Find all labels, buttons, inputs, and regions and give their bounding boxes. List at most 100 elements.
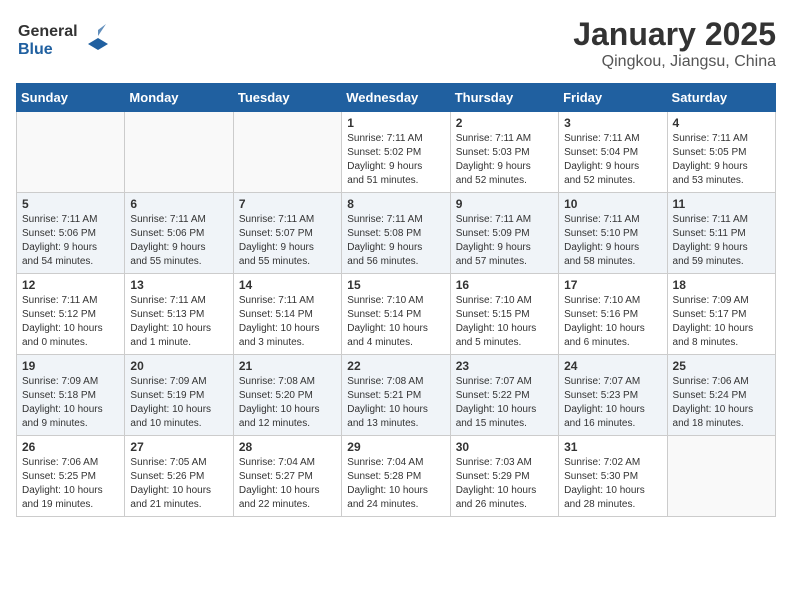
day-info: Sunrise: 7:09 AM Sunset: 5:17 PM Dayligh… xyxy=(673,294,770,350)
day-cell: 18Sunrise: 7:09 AM Sunset: 5:17 PM Dayli… xyxy=(667,274,775,355)
day-cell: 12 Sunrise: 7:11 AM Sunset: 5:12 PM Dayli… xyxy=(17,274,125,355)
day-info: Sunrise: 7:09 AM Sunset: 5:19 PM Dayligh… xyxy=(130,375,227,431)
day-info: Sunrise: 7:06 AM Sunset: 5:24 PM Dayligh… xyxy=(673,375,770,431)
day-number: 14 xyxy=(239,278,336,292)
day-cell: 3 Sunrise: 7:11 AM Sunset: 5:04 PM Daylig… xyxy=(559,112,667,193)
week-row-5: 26 Sunrise: 7:06 AM Sunset: 5:25 PM Dayli… xyxy=(17,436,776,517)
weekday-header-monday: Monday xyxy=(125,84,233,112)
day-info: Sunrise: 7:11 AM Sunset: 5:14 PM Dayligh… xyxy=(239,294,336,350)
day-cell: 28 Sunrise: 7:04 AM Sunset: 5:27 PM Dayli… xyxy=(233,436,341,517)
week-row-4: 19 Sunrise: 7:09 AM Sunset: 5:18 PM Dayli… xyxy=(17,355,776,436)
svg-text:Blue: Blue xyxy=(18,41,53,58)
week-row-1: 1Sunrise: 7:11 AM Sunset: 5:02 PM Daylig… xyxy=(17,112,776,193)
day-number: 10 xyxy=(564,197,661,211)
day-cell: 26 Sunrise: 7:06 AM Sunset: 5:25 PM Dayli… xyxy=(17,436,125,517)
day-info: Sunrise: 7:11 AM Sunset: 5:06 PM Dayligh… xyxy=(22,213,119,269)
day-info: Sunrise: 7:11 AM Sunset: 5:07 PM Dayligh… xyxy=(239,213,336,269)
day-info: Sunrise: 7:03 AM Sunset: 5:29 PM Dayligh… xyxy=(456,456,553,512)
weekday-header-row: SundayMondayTuesdayWednesdayThursdayFrid… xyxy=(17,84,776,112)
day-info: Sunrise: 7:11 AM Sunset: 5:10 PM Dayligh… xyxy=(564,213,661,269)
day-cell: 16 Sunrise: 7:10 AM Sunset: 5:15 PM Dayli… xyxy=(450,274,558,355)
day-cell xyxy=(125,112,233,193)
day-cell: 9 Sunrise: 7:11 AM Sunset: 5:09 PM Daylig… xyxy=(450,193,558,274)
day-info: Sunrise: 7:11 AM Sunset: 5:06 PM Dayligh… xyxy=(130,213,227,269)
day-info: Sunrise: 7:08 AM Sunset: 5:21 PM Dayligh… xyxy=(347,375,444,431)
day-number: 27 xyxy=(130,440,227,454)
day-number: 24 xyxy=(564,359,661,373)
day-number: 30 xyxy=(456,440,553,454)
weekday-header-wednesday: Wednesday xyxy=(342,84,450,112)
day-number: 26 xyxy=(22,440,119,454)
day-cell: 21Sunrise: 7:08 AM Sunset: 5:20 PM Dayli… xyxy=(233,355,341,436)
day-cell: 20 Sunrise: 7:09 AM Sunset: 5:19 PM Dayli… xyxy=(125,355,233,436)
day-number: 31 xyxy=(564,440,661,454)
day-info: Sunrise: 7:09 AM Sunset: 5:18 PM Dayligh… xyxy=(22,375,119,431)
day-info: Sunrise: 7:10 AM Sunset: 5:16 PM Dayligh… xyxy=(564,294,661,350)
day-cell: 2Sunrise: 7:11 AM Sunset: 5:03 PM Daylig… xyxy=(450,112,558,193)
day-number: 12 xyxy=(22,278,119,292)
day-cell: 25Sunrise: 7:06 AM Sunset: 5:24 PM Dayli… xyxy=(667,355,775,436)
day-number: 23 xyxy=(456,359,553,373)
day-info: Sunrise: 7:11 AM Sunset: 5:09 PM Dayligh… xyxy=(456,213,553,269)
day-cell xyxy=(667,436,775,517)
day-info: Sunrise: 7:11 AM Sunset: 5:11 PM Dayligh… xyxy=(673,213,770,269)
day-cell: 13Sunrise: 7:11 AM Sunset: 5:13 PM Dayli… xyxy=(125,274,233,355)
week-row-2: 5Sunrise: 7:11 AM Sunset: 5:06 PM Daylig… xyxy=(17,193,776,274)
day-info: Sunrise: 7:06 AM Sunset: 5:25 PM Dayligh… xyxy=(22,456,119,512)
weekday-header-thursday: Thursday xyxy=(450,84,558,112)
weekday-header-saturday: Saturday xyxy=(667,84,775,112)
day-info: Sunrise: 7:10 AM Sunset: 5:15 PM Dayligh… xyxy=(456,294,553,350)
day-number: 2 xyxy=(456,116,553,130)
day-cell: 10 Sunrise: 7:11 AM Sunset: 5:10 PM Dayli… xyxy=(559,193,667,274)
calendar-title: January 2025 xyxy=(573,16,776,53)
day-number: 1 xyxy=(347,116,444,130)
logo: General Blue xyxy=(16,16,116,65)
weekday-header-sunday: Sunday xyxy=(17,84,125,112)
day-cell: 15Sunrise: 7:10 AM Sunset: 5:14 PM Dayli… xyxy=(342,274,450,355)
day-cell: 8Sunrise: 7:11 AM Sunset: 5:08 PM Daylig… xyxy=(342,193,450,274)
day-cell: 30 Sunrise: 7:03 AM Sunset: 5:29 PM Dayli… xyxy=(450,436,558,517)
day-number: 9 xyxy=(456,197,553,211)
day-number: 28 xyxy=(239,440,336,454)
day-cell: 14 Sunrise: 7:11 AM Sunset: 5:14 PM Dayli… xyxy=(233,274,341,355)
day-info: Sunrise: 7:11 AM Sunset: 5:04 PM Dayligh… xyxy=(564,132,661,188)
day-number: 7 xyxy=(239,197,336,211)
day-cell: 19 Sunrise: 7:09 AM Sunset: 5:18 PM Dayli… xyxy=(17,355,125,436)
day-number: 16 xyxy=(456,278,553,292)
day-info: Sunrise: 7:11 AM Sunset: 5:13 PM Dayligh… xyxy=(130,294,227,350)
day-cell: 24Sunrise: 7:07 AM Sunset: 5:23 PM Dayli… xyxy=(559,355,667,436)
day-info: Sunrise: 7:11 AM Sunset: 5:12 PM Dayligh… xyxy=(22,294,119,350)
calendar-subtitle: Qingkou, Jiangsu, China xyxy=(573,53,776,71)
day-info: Sunrise: 7:07 AM Sunset: 5:22 PM Dayligh… xyxy=(456,375,553,431)
day-number: 20 xyxy=(130,359,227,373)
day-number: 19 xyxy=(22,359,119,373)
day-cell xyxy=(233,112,341,193)
header: General Blue January 2025 Qingkou, Jiang… xyxy=(16,16,776,71)
weekday-header-friday: Friday xyxy=(559,84,667,112)
day-cell xyxy=(17,112,125,193)
day-number: 4 xyxy=(673,116,770,130)
day-info: Sunrise: 7:04 AM Sunset: 5:28 PM Dayligh… xyxy=(347,456,444,512)
day-cell: 27 Sunrise: 7:05 AM Sunset: 5:26 PM Dayli… xyxy=(125,436,233,517)
day-number: 11 xyxy=(673,197,770,211)
day-cell: 29 Sunrise: 7:04 AM Sunset: 5:28 PM Dayli… xyxy=(342,436,450,517)
day-info: Sunrise: 7:08 AM Sunset: 5:20 PM Dayligh… xyxy=(239,375,336,431)
day-number: 6 xyxy=(130,197,227,211)
day-number: 8 xyxy=(347,197,444,211)
day-info: Sunrise: 7:11 AM Sunset: 5:05 PM Dayligh… xyxy=(673,132,770,188)
day-info: Sunrise: 7:02 AM Sunset: 5:30 PM Dayligh… xyxy=(564,456,661,512)
day-number: 29 xyxy=(347,440,444,454)
week-row-3: 12 Sunrise: 7:11 AM Sunset: 5:12 PM Dayli… xyxy=(17,274,776,355)
day-info: Sunrise: 7:04 AM Sunset: 5:27 PM Dayligh… xyxy=(239,456,336,512)
day-number: 17 xyxy=(564,278,661,292)
day-info: Sunrise: 7:05 AM Sunset: 5:26 PM Dayligh… xyxy=(130,456,227,512)
day-info: Sunrise: 7:10 AM Sunset: 5:14 PM Dayligh… xyxy=(347,294,444,350)
day-number: 3 xyxy=(564,116,661,130)
calendar-table: SundayMondayTuesdayWednesdayThursdayFrid… xyxy=(16,83,776,517)
day-cell: 17 Sunrise: 7:10 AM Sunset: 5:16 PM Dayli… xyxy=(559,274,667,355)
day-number: 22 xyxy=(347,359,444,373)
day-cell: 4 Sunrise: 7:11 AM Sunset: 5:05 PM Daylig… xyxy=(667,112,775,193)
weekday-header-tuesday: Tuesday xyxy=(233,84,341,112)
svg-text:General: General xyxy=(18,23,78,40)
day-cell: 5Sunrise: 7:11 AM Sunset: 5:06 PM Daylig… xyxy=(17,193,125,274)
